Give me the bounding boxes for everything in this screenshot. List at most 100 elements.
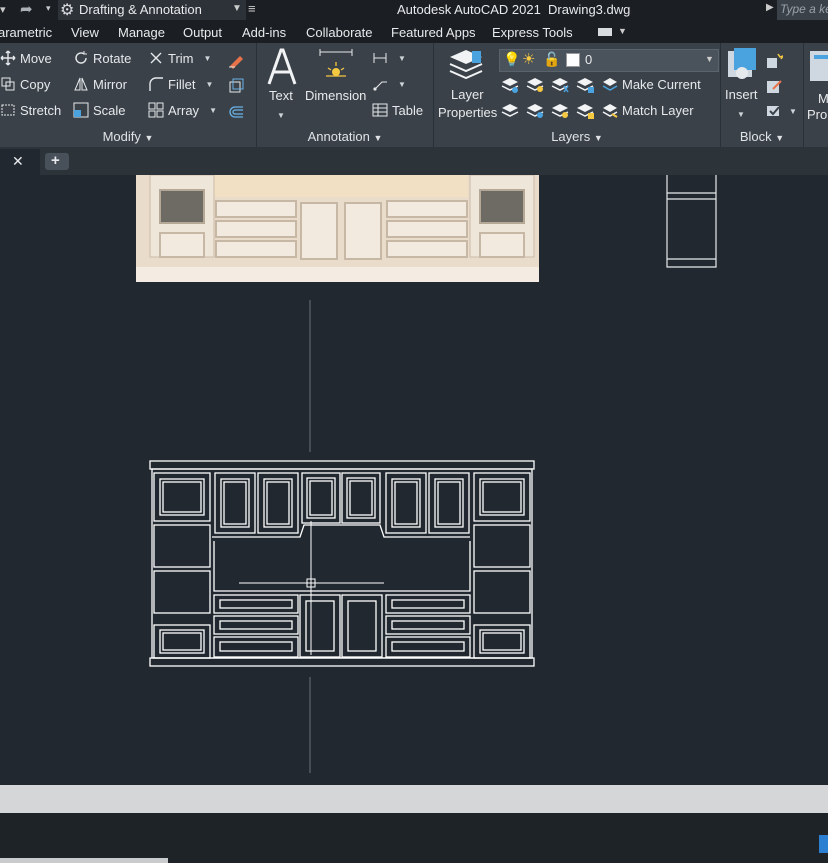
stretch-button[interactable]: Stretch bbox=[0, 102, 61, 118]
explode-icon[interactable] bbox=[227, 77, 245, 95]
reference-image[interactable] bbox=[136, 174, 539, 282]
layer-on-icon[interactable] bbox=[525, 102, 545, 120]
dimension-label: Dimension bbox=[305, 88, 367, 103]
leader-button[interactable]: ▼ bbox=[372, 76, 406, 92]
customize-status-icon[interactable] bbox=[819, 835, 828, 853]
plus-icon: + bbox=[51, 152, 60, 169]
layer-unisolate-icon[interactable] bbox=[500, 102, 520, 120]
edit-block-icon[interactable] bbox=[765, 77, 783, 95]
tab-manage[interactable]: Manage bbox=[118, 25, 165, 40]
array-dropdown-icon[interactable]: ▼ bbox=[209, 106, 217, 115]
erase-icon[interactable] bbox=[227, 51, 245, 69]
layer-isolate-icon[interactable] bbox=[500, 76, 520, 94]
tab-express-tools[interactable]: Express Tools bbox=[492, 25, 573, 40]
tab-featured-apps[interactable]: Featured Apps bbox=[391, 25, 476, 40]
properties-partial-label-2: Prop bbox=[807, 107, 828, 122]
layer-dropdown[interactable]: 💡 ☀ 🔓 0 ▼ bbox=[499, 49, 719, 72]
layer-unlock-icon[interactable] bbox=[575, 102, 595, 120]
layer-color-swatch bbox=[566, 53, 580, 67]
scale-icon bbox=[73, 102, 89, 118]
edit-attributes-dropdown-icon[interactable]: ▼ bbox=[789, 107, 797, 116]
dimension-button[interactable]: Dimension bbox=[305, 48, 367, 106]
array-button[interactable]: Array ▼ bbox=[148, 102, 217, 118]
ribbon-toggle-icon[interactable] bbox=[598, 28, 612, 36]
redo-icon[interactable]: ➦ bbox=[20, 0, 33, 18]
offset-icon[interactable] bbox=[227, 103, 245, 121]
side-elevation[interactable] bbox=[666, 175, 717, 268]
tab-parametric[interactable]: arametric bbox=[0, 25, 52, 40]
expand-arrow-icon[interactable]: ▶ bbox=[766, 2, 774, 13]
layers-panel-title[interactable]: Layers ▼ bbox=[434, 129, 720, 145]
qat-dropdown-icon[interactable]: ▾ bbox=[0, 3, 6, 16]
block-panel-label: Block bbox=[739, 129, 772, 144]
trim-button[interactable]: Trim ▼ bbox=[148, 50, 211, 66]
mirror-button[interactable]: Mirror bbox=[73, 76, 127, 92]
edit-attributes-icon[interactable] bbox=[765, 102, 783, 120]
tab-add-ins[interactable]: Add-ins bbox=[242, 25, 286, 40]
match-layer-label: Match Layer bbox=[622, 102, 694, 118]
new-tab-button[interactable]: + bbox=[45, 152, 69, 170]
crosshair-cursor bbox=[239, 521, 384, 655]
insert-button[interactable]: Insert ▼ bbox=[723, 47, 761, 123]
command-line-bar[interactable] bbox=[0, 785, 828, 813]
layer-properties-button[interactable]: Layer Properties bbox=[436, 47, 497, 123]
drawing-canvas[interactable] bbox=[0, 174, 828, 785]
move-button[interactable]: Move bbox=[0, 50, 52, 66]
match-properties-button[interactable]: M Prop bbox=[806, 47, 828, 123]
insert-dropdown-icon: ▼ bbox=[737, 110, 745, 119]
table-button[interactable]: Table bbox=[372, 102, 423, 118]
copy-button[interactable]: Copy bbox=[0, 76, 50, 92]
copy-icon bbox=[1, 77, 15, 91]
match-layer-icon bbox=[602, 104, 618, 118]
annotation-panel-title[interactable]: Annotation ▼ bbox=[257, 129, 433, 145]
make-current-label: Make Current bbox=[622, 76, 701, 92]
layer-lock-icon[interactable] bbox=[575, 76, 595, 94]
trim-label: Trim bbox=[168, 50, 194, 66]
ribbon-toggle-dropdown-icon[interactable]: ▼ bbox=[618, 26, 627, 36]
scale-button[interactable]: Scale bbox=[73, 102, 126, 118]
block-panel-title[interactable]: Block ▼ bbox=[721, 129, 803, 145]
workspace-name: Drafting & Annotation bbox=[79, 2, 202, 17]
fillet-dropdown-icon[interactable]: ▼ bbox=[205, 80, 213, 89]
tab-collaborate[interactable]: Collaborate bbox=[306, 25, 373, 40]
linear-dim-dropdown-icon[interactable]: ▼ bbox=[398, 54, 406, 63]
text-dropdown-icon: ▼ bbox=[277, 111, 285, 120]
layer-off-icon[interactable] bbox=[525, 76, 545, 94]
drawing-tab[interactable]: ✕ bbox=[0, 149, 40, 175]
leader-dropdown-icon[interactable]: ▼ bbox=[398, 80, 406, 89]
tab-view[interactable]: View bbox=[71, 25, 99, 40]
workspace-switcher[interactable]: ⚙ Drafting & Annotation ▼ bbox=[58, 0, 246, 20]
mirror-icon bbox=[74, 77, 88, 91]
make-current-icon bbox=[602, 78, 618, 91]
unlock-icon: 🔓 bbox=[543, 51, 561, 67]
drawing-area bbox=[136, 174, 717, 773]
layer-freeze-icon[interactable] bbox=[550, 76, 570, 94]
match-layer-button[interactable]: Match Layer bbox=[602, 102, 694, 118]
move-icon bbox=[0, 50, 16, 66]
insert-label: Insert bbox=[725, 87, 758, 102]
linear-dim-button[interactable]: ▼ bbox=[372, 50, 406, 66]
make-current-button[interactable]: Make Current bbox=[602, 76, 701, 92]
layout-tab-strip[interactable] bbox=[0, 858, 168, 863]
trim-dropdown-icon[interactable]: ▼ bbox=[204, 54, 212, 63]
layer-properties-icon bbox=[449, 50, 483, 80]
current-layer-name: 0 bbox=[585, 52, 593, 67]
tab-output[interactable]: Output bbox=[183, 25, 222, 40]
modify-panel-title[interactable]: Modify ▼ bbox=[0, 129, 256, 145]
fillet-icon bbox=[149, 77, 163, 91]
fillet-button[interactable]: Fillet ▼ bbox=[148, 76, 213, 92]
create-block-icon[interactable] bbox=[765, 52, 783, 70]
dimension-icon bbox=[319, 49, 353, 77]
cabinet-front-elevation[interactable] bbox=[149, 460, 535, 667]
text-button[interactable]: Text ▼ bbox=[264, 48, 300, 120]
close-tab-icon[interactable]: ✕ bbox=[12, 153, 24, 170]
redo-dropdown-icon[interactable]: ▾ bbox=[46, 3, 51, 14]
stretch-icon bbox=[1, 104, 15, 116]
sun-icon: ☀ bbox=[522, 51, 536, 68]
move-label: Move bbox=[20, 50, 52, 66]
search-input[interactable]: Type a ke bbox=[777, 0, 828, 20]
rotate-button[interactable]: Rotate bbox=[73, 50, 131, 66]
customize-qat-icon[interactable]: ≡ bbox=[248, 1, 256, 16]
chevron-down-icon: ▼ bbox=[705, 54, 714, 64]
layer-thaw-icon[interactable] bbox=[550, 102, 570, 120]
